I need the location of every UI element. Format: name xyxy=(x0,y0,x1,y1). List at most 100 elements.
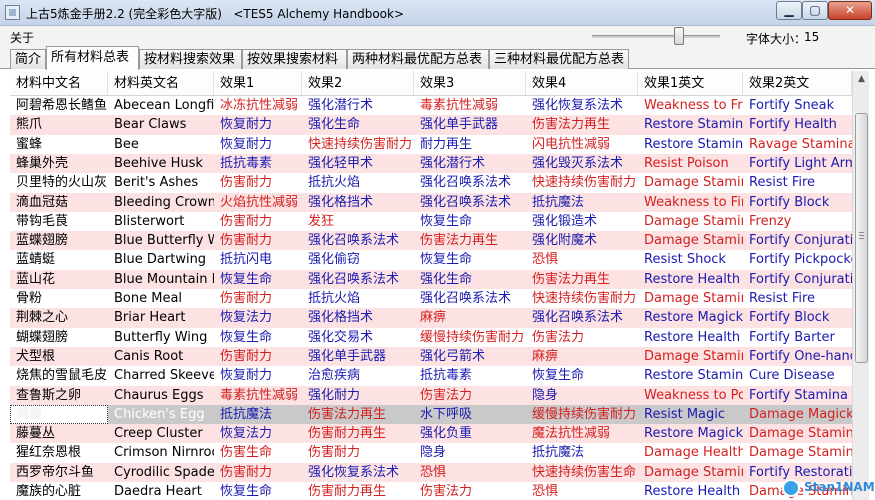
ingredient-en-cell: Chicken's Egg xyxy=(114,406,205,422)
tab-5[interactable]: 三种材料最优配方总表 xyxy=(489,49,629,69)
effect-cell: 抵抗闪电 xyxy=(220,252,273,268)
tab-0[interactable]: 简介 xyxy=(10,49,46,69)
table-row[interactable]: 带钩毛茛 Blisterwort 伤害耐力 发狂 恢复生命 强化锻造术 Damage Sta… xyxy=(10,211,852,232)
column-header[interactable]: 效果4 xyxy=(526,71,638,96)
table-row[interactable]: 蝴蝶翅膀 Butterfly Wing 恢复生命 强化交易术 缓慢持续伤害耐力 伤害法力 R… xyxy=(10,327,852,347)
effect-cell: 伤害法力 xyxy=(420,484,473,499)
effect-cell: 恢复生命 xyxy=(420,252,473,268)
effect-cell: 恢复耐力 xyxy=(220,368,273,384)
table-row[interactable]: 藤蔓丛 Creep Cluster 恢复法力 伤害耐力再生 强化负重 魔法抗性减弱 Rest… xyxy=(10,424,852,444)
effect-cell: 恢复法力 xyxy=(220,426,273,442)
effect-cell: 恢复生命 xyxy=(220,329,273,345)
effect-cell: 强化格挡术 xyxy=(308,310,374,326)
ingredient-en-cell: Bear Claws xyxy=(114,117,187,133)
tab-1[interactable]: 所有材料总表 xyxy=(46,46,139,70)
tab-3[interactable]: 按效果搜索材料 xyxy=(242,49,347,69)
menu-about[interactable]: 关于 xyxy=(10,29,34,46)
effect-cell: 伤害法力再生 xyxy=(420,233,499,249)
column-header[interactable]: 材料中文名 xyxy=(10,71,108,96)
ingredient-en-cell: Bleeding Crown xyxy=(114,194,214,210)
effect-en-cell: Resist Poison xyxy=(644,155,729,171)
effect-cell: 伤害耐力再生 xyxy=(308,426,387,442)
effect-en-cell: Fortify Sneak xyxy=(749,98,835,113)
table-row[interactable]: 滴血冠菇 Bleeding Crown 火焰抗性减弱 强化格挡术 强化召唤系法术 抵抗魔法… xyxy=(10,192,852,212)
effect-cell: 伤害耐力 xyxy=(308,445,361,461)
font-size-slider-thumb[interactable] xyxy=(674,27,684,45)
column-header[interactable]: 效果3 xyxy=(414,71,526,96)
column-header[interactable]: 效果1英文 xyxy=(638,71,743,96)
table-row[interactable]: 熊爪 Bear Claws 恢复耐力 强化生命 强化单手武器 伤害法力再生 Restore … xyxy=(10,115,852,135)
title-bar: 上古5炼金手册2.2 (完全彩色大字版) <TES5 Alchemy Handb… xyxy=(0,0,875,26)
tab-4[interactable]: 两种材料最优配方总表 xyxy=(347,49,489,69)
column-header[interactable]: 材料英文名 xyxy=(108,71,214,96)
table-row[interactable]: 阿碧希恩长鳍鱼 Abecean Longfin 冰冻抗性减弱 强化潜行术 毒素抗性减弱 强… xyxy=(10,96,852,116)
vertical-scrollbar[interactable]: ▲ xyxy=(852,71,869,500)
effect-en-cell: Restore Health xyxy=(644,329,741,345)
scroll-up-arrow-icon[interactable]: ▲ xyxy=(853,71,870,88)
effect-cell: 快速持续伤害生命 xyxy=(532,464,637,480)
close-button[interactable]: ✕ xyxy=(828,1,872,20)
effect-cell: 恐惧 xyxy=(532,252,559,268)
effect-en-cell: Damage Stamina xyxy=(644,464,743,480)
effect-cell: 强化召唤系法术 xyxy=(420,175,512,191)
table-row[interactable]: 蜜蜂 Bee 恢复耐力 快速持续伤害耐力 耐力再生 闪电抗性减弱 Restore Stami… xyxy=(10,134,852,154)
effect-cell: 伤害生命 xyxy=(220,445,273,461)
table-row[interactable]: 蓝蜻蜓 Blue Dartwing 抵抗闪电 强化偷窃 恢复生命 恐惧 Resist Sho… xyxy=(10,250,852,270)
table-row[interactable]: 蜂巢外壳 Beehive Husk 抵抗毒素 强化轻甲术 强化潜行术 强化毁灭系法术 Res… xyxy=(10,153,852,174)
table-row[interactable]: 鸡蛋 Chicken's Egg 抵抗魔法 伤害法力再生 水下呼吸 缓慢持续伤害耐力 Res… xyxy=(10,404,852,425)
effect-cell: 恢复生命 xyxy=(532,368,585,384)
effect-en-cell: Damage Stamina xyxy=(644,348,743,364)
column-header[interactable]: 效果2英文 xyxy=(743,71,852,96)
effect-cell: 强化潜行术 xyxy=(420,155,486,171)
table-row[interactable]: 骨粉 Bone Meal 伤害耐力 抵抗火焰 强化召唤系法术 快速持续伤害耐力 Damage… xyxy=(10,289,852,309)
minimize-button[interactable]: ▁ xyxy=(776,1,802,20)
effect-en-cell: Damage Stamina xyxy=(749,445,852,461)
effect-cell: 毒素抗性减弱 xyxy=(220,387,299,403)
effect-cell: 伤害耐力 xyxy=(220,233,273,249)
table-row[interactable]: 贝里特的火山灰 Berit's Ashes 伤害耐力 抵抗火焰 强化召唤系法术 快速持续伤… xyxy=(10,173,852,193)
column-header[interactable]: 效果2 xyxy=(302,71,414,96)
effect-en-cell: Resist Shock xyxy=(644,252,726,268)
table-row[interactable]: 烧焦的雪鼠毛皮 Charred Skeever Hide 恢复耐力 治愈疾病 抵抗毒素 恢… xyxy=(10,366,852,386)
app-icon xyxy=(5,5,20,20)
effect-en-cell: Restore Stamina xyxy=(644,136,743,152)
font-size-slider-track[interactable] xyxy=(592,35,720,38)
font-size-label: 字体大小： xyxy=(746,32,807,46)
ingredient-cn-cell: 蓝蜻蜓 xyxy=(16,252,56,268)
effect-cell: 发狂 xyxy=(308,213,335,229)
effect-cell: 麻痹 xyxy=(420,310,447,326)
maximize-button[interactable]: ▢ xyxy=(802,1,828,20)
effect-cell: 抵抗毒素 xyxy=(420,368,473,384)
effect-en-cell: Weakness to Fire xyxy=(644,194,743,210)
effect-cell: 强化锻造术 xyxy=(532,213,598,229)
effect-cell: 伤害耐力再生 xyxy=(308,484,387,499)
table-row[interactable]: 西罗帝尔斗鱼 Cyrodilic Spadetail 伤害耐力 强化恢复系法术 恐惧 快速… xyxy=(10,462,852,482)
scroll-grip xyxy=(859,235,864,236)
ingredient-en-cell: Charred Skeever Hide xyxy=(114,368,214,384)
effect-cell: 强化召唤系法术 xyxy=(308,233,400,249)
ingredient-en-cell: Crimson Nirnroot xyxy=(114,445,214,461)
scroll-thumb[interactable] xyxy=(855,113,868,363)
table-row[interactable]: 荆棘之心 Briar Heart 恢复法力 强化格挡术 麻痹 强化召唤系法术 Restore… xyxy=(10,308,852,328)
ingredient-en-cell: Canis Root xyxy=(114,348,184,364)
effect-cell: 强化轻甲术 xyxy=(308,155,374,171)
table-row[interactable]: 查鲁斯之卵 Chaurus Eggs 毒素抗性减弱 强化耐力 伤害法力 隐身 Weaknes… xyxy=(10,385,852,405)
effect-cell: 强化恢复系法术 xyxy=(308,464,400,480)
table-row[interactable]: 猩红奈恩根 Crimson Nirnroot 伤害生命 伤害耐力 隐身 抵抗魔法 Damag… xyxy=(10,443,852,463)
table-row[interactable]: 犬型根 Canis Root 伤害耐力 强化单手武器 强化弓箭术 麻痹 Damage Sta… xyxy=(10,346,852,367)
effect-cell: 强化生命 xyxy=(308,117,361,133)
column-header[interactable]: 效果1 xyxy=(214,71,302,96)
tab-2[interactable]: 按材料搜索效果 xyxy=(139,49,242,69)
effect-cell: 恢复耐力 xyxy=(220,117,273,133)
ingredient-cn-cell: 骨粉 xyxy=(16,291,43,306)
table-row[interactable]: 蓝蝶翅膀 Blue Butterfly Wing 伤害耐力 强化召唤系法术 伤害法力再生… xyxy=(10,231,852,251)
ingredient-en-cell: Briar Heart xyxy=(114,310,186,326)
table-row[interactable]: 魔族的心脏 Daedra Heart 恢复生命 伤害耐力再生 伤害法力 恐惧 Restore… xyxy=(10,482,852,500)
effect-cell: 治愈疾病 xyxy=(308,368,361,384)
effect-en-cell: Fortify Block xyxy=(749,194,830,210)
effect-cell: 伤害法力 xyxy=(532,329,585,345)
table-row[interactable]: 蓝山花 Blue Mountain Flower 恢复生命 强化召唤系法术 强化生命 伤害… xyxy=(10,269,852,289)
effect-en-cell: Restore Magicka xyxy=(644,310,743,326)
ingredient-en-cell: Blisterwort xyxy=(114,213,185,229)
effect-cell: 强化耐力 xyxy=(308,387,361,403)
